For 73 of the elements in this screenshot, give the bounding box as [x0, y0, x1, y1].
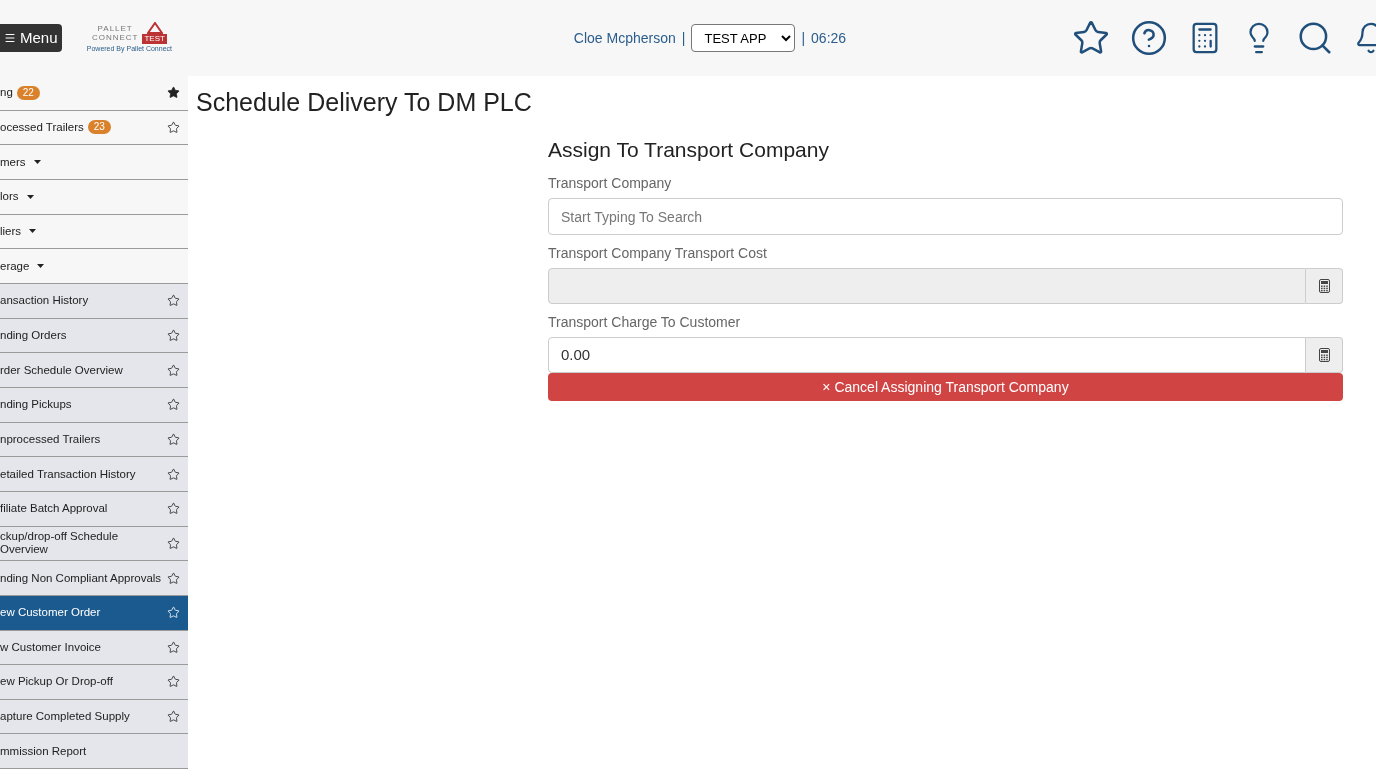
- menu-label: nding Orders: [0, 328, 67, 342]
- star-icon[interactable]: [1072, 19, 1110, 57]
- logo-badge: TEST: [142, 33, 167, 44]
- star-icon[interactable]: [167, 606, 180, 620]
- menu-label: ocessed Trailers: [0, 121, 84, 134]
- caret-icon: [37, 264, 45, 269]
- star-icon[interactable]: [167, 536, 180, 550]
- menu-label: nding Non Compliant Approvals: [0, 571, 162, 585]
- star-icon[interactable]: [167, 121, 180, 134]
- calculator-icon: [1318, 348, 1330, 362]
- menu-button[interactable]: Menu: [0, 24, 62, 52]
- star-icon[interactable]: [167, 467, 180, 481]
- sidebar-item[interactable]: lors: [0, 179, 188, 215]
- sidebar-item[interactable]: ew Customer Order: [0, 595, 188, 631]
- star-icon[interactable]: [167, 432, 180, 446]
- logo-text: PALLET: [97, 23, 133, 33]
- page-title: Schedule Delivery To DM PLC: [196, 87, 533, 118]
- caret-icon: [33, 160, 41, 165]
- menu-label: mers: [0, 155, 26, 169]
- menu-label: ansaction History: [0, 294, 89, 308]
- clock-time: 06:26: [811, 28, 847, 48]
- caret-icon: [29, 229, 37, 234]
- search-field[interactable]: Start Typing To Search: [548, 198, 1343, 235]
- count-badge: 22: [16, 85, 40, 100]
- menu-label: nding Pickups: [0, 398, 72, 412]
- field-label: Transport Charge To Customer: [548, 313, 742, 332]
- count-badge: 23: [87, 120, 111, 135]
- star-icon[interactable]: [167, 571, 180, 585]
- field-label: Transport Company Transport Cost: [548, 244, 768, 263]
- field-label: Transport Company: [548, 174, 673, 193]
- sidebar-item[interactable]: mers: [0, 145, 188, 180]
- star-icon[interactable]: [167, 294, 180, 308]
- sidebar-item[interactable]: ocessed Trailers 23: [0, 110, 188, 146]
- caret-icon: [26, 194, 34, 199]
- menu-label: mmission Report: [0, 744, 87, 758]
- star-icon[interactable]: [167, 398, 180, 412]
- logo-text: CONNECT: [91, 32, 139, 42]
- star-icon[interactable]: [167, 710, 180, 724]
- calculator-addon[interactable]: [1306, 337, 1343, 373]
- menu-label: liers: [0, 224, 22, 238]
- menu-label: rder Schedule Overview: [0, 363, 123, 377]
- menu-label: ew Customer Order: [0, 606, 101, 620]
- separator: |: [801, 28, 806, 48]
- menu-label: ckup/drop-off Schedule Overview: [0, 530, 120, 557]
- menu-label: w Customer Invoice: [0, 640, 101, 654]
- input-field[interactable]: 0.00: [548, 337, 1306, 373]
- menu-label: lors: [0, 190, 19, 204]
- app-select[interactable]: TEST APP: [691, 24, 796, 52]
- menu-label: filiate Batch Approval: [0, 502, 108, 516]
- separator: |: [681, 28, 686, 48]
- calculator-icon: [1318, 279, 1330, 293]
- star-icon[interactable]: [167, 675, 180, 689]
- star-icon[interactable]: [167, 86, 180, 100]
- logo-triangle-icon: [146, 21, 163, 34]
- sidebar-item[interactable]: erage: [0, 249, 188, 284]
- star-icon[interactable]: [167, 502, 180, 516]
- star-icon[interactable]: [167, 640, 180, 654]
- sidebar-item[interactable]: liers: [0, 214, 188, 250]
- menu-label: nprocessed Trailers: [0, 432, 101, 446]
- menu-label: erage: [0, 259, 30, 273]
- menu-label: apture Completed Supply: [0, 710, 130, 724]
- menu-label: ng: [0, 86, 13, 100]
- calculator-addon[interactable]: [1306, 268, 1343, 304]
- form-heading: Assign To Transport Company: [548, 136, 830, 163]
- menu-label: etailed Transaction History: [0, 467, 136, 481]
- star-icon[interactable]: [167, 363, 180, 377]
- help-icon[interactable]: [1130, 19, 1168, 57]
- menu-label: ew Pickup Or Drop-off: [0, 675, 113, 689]
- sidebar-item[interactable]: ng 22: [0, 76, 188, 111]
- menu-icon: [4, 32, 16, 44]
- star-icon[interactable]: [167, 328, 180, 342]
- cancel-button[interactable]: × Cancel Assigning Transport Company: [548, 373, 1343, 401]
- user-name[interactable]: Cloe Mcpherson: [573, 27, 676, 49]
